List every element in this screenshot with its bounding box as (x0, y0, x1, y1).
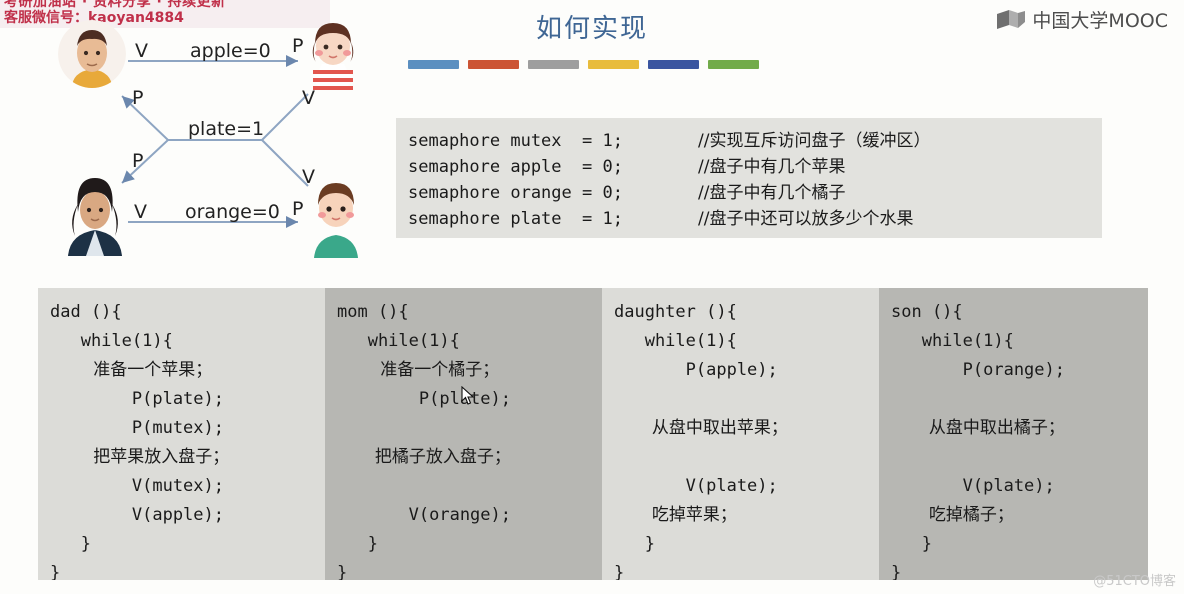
code-line: } (337, 563, 348, 580)
semaphore-declaration: semaphore apple = 0; (408, 157, 623, 177)
code-line: 把苹果放入盘子； (50, 447, 230, 467)
edge-label-apple: apple=0 (190, 40, 271, 62)
code-line: while(1){ (614, 331, 737, 351)
edge-op-daughter-p: P (292, 35, 304, 57)
code-line: 吃掉橘子； (891, 505, 1014, 525)
accent-bar-row (408, 60, 759, 69)
brand-logo: 中国大学MOOC (996, 6, 1168, 33)
code-line: } (337, 534, 378, 554)
mouse-cursor (461, 385, 475, 406)
accent-bar-1 (408, 60, 459, 69)
daughter-avatar (302, 20, 364, 92)
accent-bar-4 (588, 60, 639, 69)
edge-op-son-v: V (302, 166, 315, 188)
code-line: while(1){ (50, 331, 173, 351)
code-line: } (614, 563, 625, 580)
edge-label-orange: orange=0 (185, 201, 280, 223)
code-line: mom (){ (337, 302, 409, 322)
semaphore-declaration-block: semaphore mutex = 1;//实现互斥访问盘子（缓冲区） semap… (396, 118, 1102, 238)
process-panel-son: son (){ while(1){ P(orange); 从盘中取出橘子； V(… (879, 288, 1148, 580)
son-avatar (306, 180, 366, 258)
mom-avatar (62, 176, 128, 256)
edge-op-son-p: P (292, 198, 304, 220)
code-line: while(1){ (337, 331, 460, 351)
semaphore-row: semaphore orange = 0; //盘子中有几个橘子 (408, 178, 1102, 204)
process-code-panels: dad (){ while(1){ 准备一个苹果； P(plate); P(mu… (38, 288, 1148, 580)
semaphore-row: semaphore mutex = 1; //实现互斥访问盘子（缓冲区） (408, 126, 1102, 152)
code-line: son (){ (891, 302, 963, 322)
code-line: } (50, 534, 91, 554)
code-line: } (50, 563, 61, 580)
code-line: V(apple); (50, 505, 224, 525)
code-line: } (614, 534, 655, 554)
accent-bar-3 (528, 60, 579, 69)
semaphore-comment: //实现互斥访问盘子（缓冲区） (698, 131, 931, 151)
edge-op-dad-v: V (135, 40, 148, 62)
semaphore-declaration: semaphore orange = 0; (408, 183, 623, 203)
semaphore-row: semaphore plate = 1; //盘子中还可以放多少个水果 (408, 204, 1102, 230)
code-line: V(plate); (614, 476, 778, 496)
code-line: } (891, 534, 932, 554)
code-line: while(1){ (891, 331, 1014, 351)
producer-consumer-diagram: V apple=0 P P plate=1 V P V V orange=0 P (40, 18, 370, 258)
code-line: P(mutex); (50, 418, 224, 438)
accent-bar-2 (468, 60, 519, 69)
code-line: V(mutex); (50, 476, 224, 496)
semaphore-declaration: semaphore plate = 1; (408, 209, 623, 229)
edge-op-mom-v: V (134, 201, 147, 223)
semaphore-comment: //盘子中还可以放多少个水果 (698, 209, 914, 229)
code-line: 从盘中取出橘子； (891, 418, 1065, 438)
code-line: V(orange); (337, 505, 511, 525)
code-line: dad (){ (50, 302, 122, 322)
code-line: P(plate); (50, 389, 224, 409)
code-line: 从盘中取出苹果； (614, 418, 788, 438)
dad-avatar (58, 20, 126, 88)
edge-op-mom-p: P (132, 150, 144, 172)
code-line: V(plate); (891, 476, 1055, 496)
code-line: 准备一个橘子； (337, 360, 500, 380)
process-panel-mom: mom (){ while(1){ 准备一个橘子； P(plate); 把橘子放… (325, 288, 602, 580)
code-line: P(apple); (614, 360, 778, 380)
semaphore-comment: //盘子中有几个苹果 (698, 157, 846, 177)
edge-op-daughter-v: V (302, 87, 315, 109)
code-line: P(orange); (891, 360, 1065, 380)
semaphore-row: semaphore apple = 0; //盘子中有几个苹果 (408, 152, 1102, 178)
process-panel-dad: dad (){ while(1){ 准备一个苹果； P(plate); P(mu… (38, 288, 325, 580)
brand-name: 中国大学MOOC (1032, 10, 1168, 32)
semaphore-comment: //盘子中有几个橘子 (698, 183, 846, 203)
process-panel-daughter: daughter (){ while(1){ P(apple); 从盘中取出苹果… (602, 288, 879, 580)
accent-bar-5 (648, 60, 699, 69)
semaphore-declaration: semaphore mutex = 1; (408, 131, 623, 151)
code-line: 把橘子放入盘子； (337, 447, 511, 467)
book-logo-icon (996, 9, 1026, 31)
code-line: 吃掉苹果； (614, 505, 737, 525)
accent-bar-6 (708, 60, 759, 69)
watermark: @51CTO博客 (1093, 574, 1176, 589)
slide-canvas: 考研加油站 · 资料分享 · 持续更新 客服微信号：kaoyan4884 中国大… (0, 0, 1184, 594)
code-line: daughter (){ (614, 302, 737, 322)
edge-label-plate: plate=1 (188, 118, 265, 140)
code-line: 准备一个苹果； (50, 360, 213, 380)
edge-op-dad-p: P (132, 87, 144, 109)
